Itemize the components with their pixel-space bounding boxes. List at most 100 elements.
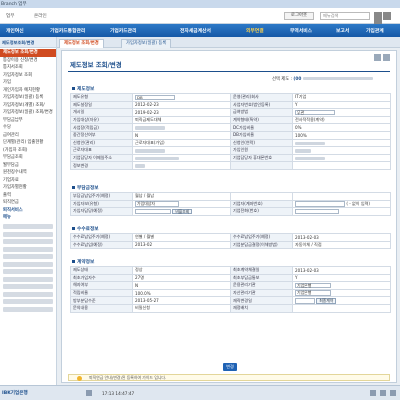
- main-nav: 개인여신 기업카드통합관리 기업카드관리 전자세금계산서 외부연결 무역서비스 …: [0, 24, 400, 37]
- scroll-up-icon[interactable]: [370, 390, 376, 396]
- cell-value[interactable]: [292, 207, 391, 216]
- nav-item-7[interactable]: 보고서: [336, 27, 349, 34]
- cell-label: 자산관리기관: [230, 288, 293, 298]
- cell-value[interactable]: 최종계약: [292, 296, 391, 305]
- cell-value: [292, 146, 391, 155]
- settings-icon[interactable]: [374, 12, 382, 20]
- user-icon: [86, 390, 92, 396]
- sidebar-item[interactable]: 수당: [0, 124, 56, 132]
- cell-value: [292, 138, 391, 148]
- cell-label: 가입자담당(예정): [70, 207, 133, 216]
- sidebar-item[interactable]: 월부담금: [0, 162, 56, 170]
- sidebar-item[interactable]: 가입자정보(개별) 조회/: [0, 102, 56, 110]
- cell-value: 퇴직금제도대체: [132, 115, 231, 125]
- nav-item-6[interactable]: 무역서비스: [290, 27, 312, 34]
- final-contract-button[interactable]: 최종계약: [316, 297, 337, 304]
- ratio-search-button[interactable]: 비율조회: [172, 208, 193, 215]
- cell-value: [132, 123, 231, 132]
- logout-button[interactable]: 로그아웃: [284, 12, 314, 20]
- company-account-input[interactable]: [295, 208, 339, 215]
- subscriber-type-select[interactable]: 가입대상자: [135, 201, 179, 207]
- cell-value[interactable]: 비율조회: [132, 207, 231, 216]
- sidebar-item[interactable]: 제도정보 조회/변경: [0, 49, 56, 57]
- sidebar-blurred-item: [3, 254, 53, 259]
- cell-label: 적립비율: [70, 288, 133, 298]
- cell-label: DB가입비율: [230, 130, 293, 140]
- cell-label: 기업자(계좌번호): [230, 199, 293, 209]
- sidebar-item[interactable]: 단계별(관리) 입출현황: [0, 139, 56, 147]
- cell-value[interactable]: 기업은행: [292, 281, 391, 290]
- cell-value: [292, 161, 391, 170]
- sidebar-header-label[interactable]: 제도정보조회/변경: [2, 40, 34, 46]
- table-row: 제도상태 정상 최초계약체결일 2013-02-03: [70, 266, 391, 275]
- help-icon[interactable]: [383, 12, 391, 20]
- cell-label: 제도상태: [70, 266, 133, 275]
- sidebar-item[interactable]: 출력: [0, 192, 56, 200]
- top-tab-work[interactable]: 업무: [6, 13, 14, 19]
- content-area: 제도정보 조회/변경 가입자정보(일괄) 등록 제도정보 조회/변경 선택 제도…: [57, 37, 400, 385]
- refresh-icon[interactable]: [383, 54, 390, 61]
- tab-system-info[interactable]: 제도정보 조회/변경: [59, 39, 104, 48]
- cell-label: 가입대상(자유): [70, 115, 133, 125]
- cell-value: 27명: [132, 273, 231, 283]
- blurred-value: [135, 126, 165, 130]
- sidebar-item[interactable]: 부담금조회: [0, 154, 56, 162]
- sidebar-item[interactable]: (가입자 조회): [0, 147, 56, 155]
- cell-label: 급여방법: [230, 108, 293, 117]
- notice-text: 퇴직연금 안내(변경)된 등록하여 가이드 입니다.: [89, 375, 167, 380]
- sidebar-item[interactable]: 개인가입자 예치현황: [0, 87, 56, 95]
- blurred-value: [135, 164, 145, 168]
- scroll-down-icon[interactable]: [380, 390, 386, 396]
- print-icon[interactable]: [374, 54, 381, 61]
- sidebar-item[interactable]: 가입: [0, 79, 56, 87]
- salary-method-select[interactable]: 무관: [295, 109, 335, 116]
- cell-value: 2013-05-27: [132, 296, 231, 305]
- cell-value[interactable]: 가입대상자: [132, 199, 231, 209]
- cell-value: 월납 / 월납: [132, 192, 231, 201]
- top-tab-online[interactable]: 온라인: [34, 13, 47, 19]
- sidebar-item[interactable]: 부담금납부: [0, 117, 56, 125]
- cell-label: 정보변경: [70, 161, 133, 170]
- operator-select[interactable]: 기업은행: [295, 282, 331, 289]
- subscriber-charge-input[interactable]: [135, 208, 171, 215]
- nav-item-3[interactable]: 기업카드관리: [110, 27, 136, 34]
- sidebar-item[interactable]: 통장이용 신청/변경: [0, 57, 56, 65]
- nav-item-1[interactable]: 개인여신: [6, 27, 24, 34]
- sidebar-section[interactable]: 메뉴: [0, 214, 56, 222]
- cell-label: 기업분담금결정(이체방법): [230, 240, 293, 250]
- change-date-input[interactable]: [295, 297, 315, 304]
- nav-item-4[interactable]: 전자세금계산서: [180, 27, 211, 34]
- sidebar-item[interactable]: 가입자정보(일괄) 등록: [0, 94, 56, 102]
- sidebar-item[interactable]: 기업자료: [0, 177, 56, 185]
- company-phone-input[interactable]: [295, 201, 345, 207]
- menu-icon[interactable]: [390, 390, 396, 396]
- cell-value[interactable]: 무관: [292, 108, 391, 117]
- sidebar-section[interactable]: 퇴직서비스: [0, 207, 56, 215]
- change-button[interactable]: 변경: [223, 363, 237, 371]
- sidebar-item[interactable]: 통지서조회: [0, 64, 56, 72]
- sidebar-header: 제도정보조회/변경: [0, 37, 56, 48]
- system-type-select[interactable]: DB: [135, 94, 175, 101]
- menu-search-input[interactable]: 메뉴검색: [320, 12, 370, 20]
- blurred-value: [135, 149, 165, 153]
- sidebar-item[interactable]: 가입자별현황: [0, 184, 56, 192]
- panel-tools: [372, 54, 390, 63]
- asset-manager-select[interactable]: 기업은행: [295, 290, 331, 296]
- cell-value[interactable]: ( - 없이 입력): [292, 199, 391, 209]
- table-row: 정보변경: [70, 161, 391, 170]
- cell-value[interactable]: DB: [132, 93, 231, 102]
- cell-label: 최초계약체결일: [230, 266, 293, 275]
- sidebar-item[interactable]: 원천징수내역: [0, 169, 56, 177]
- table-row: 적립비율 100.0% 자산관리기관 기업은행: [70, 288, 391, 298]
- sidebar-item[interactable]: 가입자정보(일괄) 조회/변경: [0, 109, 56, 117]
- sidebar-item[interactable]: 급여관리: [0, 132, 56, 140]
- table-row: 가입자보(유형) 가입대상자 기업자(계좌번호) ( - 없이 입력): [70, 199, 391, 209]
- nav-item-8[interactable]: 가입관계: [366, 27, 384, 34]
- nav-item-2[interactable]: 기업카드통합관리: [50, 27, 85, 34]
- sidebar-item[interactable]: 퇴직연금: [0, 199, 56, 207]
- cell-value[interactable]: 기업은행: [292, 288, 391, 298]
- window-title: Branch 업무: [1, 2, 27, 7]
- sidebar-item[interactable]: 가입자정보 조회: [0, 72, 56, 80]
- tab-bulk-register[interactable]: 가입자정보(일괄) 등록: [121, 39, 172, 48]
- nav-item-5[interactable]: 외부연결: [246, 27, 264, 34]
